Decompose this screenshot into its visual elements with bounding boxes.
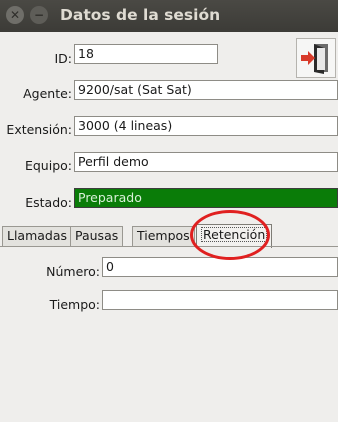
tab-bar: Llamadas Pausas Tiempos Retención [0,224,338,248]
tab-pausas[interactable]: Pausas [70,226,124,246]
tab-llamadas[interactable]: Llamadas [2,226,73,246]
equipo-field[interactable]: Perfil demo [74,152,338,172]
close-icon[interactable]: ✕ [6,6,24,24]
tiempo-label: Tiempo: [49,297,100,312]
minimize-icon[interactable]: − [30,6,48,24]
window-title: Datos de la sesión [60,6,221,24]
estado-label: Estado: [25,195,72,210]
numero-label: Número: [46,264,100,279]
estado-field: Preparado [74,188,338,208]
extension-label: Extensión: [6,122,72,137]
agente-field[interactable]: 9200/sat (Sat Sat) [74,80,338,100]
tab-tiempos[interactable]: Tiempos [132,226,195,246]
tab-divider [0,246,338,247]
id-field[interactable]: 18 [74,44,218,64]
equipo-label: Equipo: [24,158,72,173]
exit-button[interactable] [296,38,336,78]
exit-door-icon [301,44,328,74]
agente-label: Agente: [23,86,72,101]
title-bar: ✕ − Datos de la sesión [0,0,338,32]
extension-field[interactable]: 3000 (4 lineas) [74,116,338,136]
tab-retencion-label: Retención [201,227,268,242]
tiempo-field[interactable] [102,290,338,310]
id-label: ID: [54,51,72,66]
numero-field[interactable]: 0 [102,257,338,277]
tab-retencion[interactable]: Retención [196,224,273,248]
